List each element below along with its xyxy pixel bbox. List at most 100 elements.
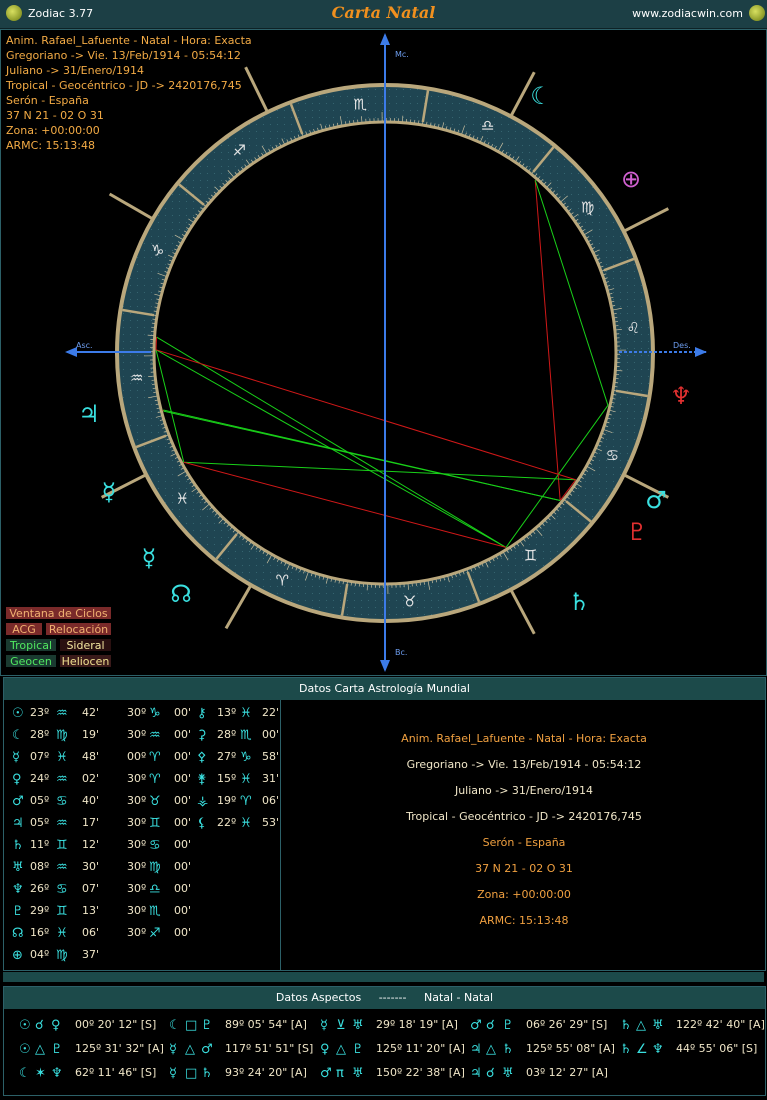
position-value: 37' <box>82 948 100 961</box>
aspect-glyph-icon: ♆ <box>652 1042 664 1057</box>
position-value: 28º <box>217 728 237 741</box>
aspect-glyph-icon: ♇ <box>352 1042 364 1057</box>
aspect-row: ♄ ∠ ♆ 44º 55' 06" [S] <box>620 1042 767 1062</box>
zodiac-sign-glyph: ♌ <box>627 319 640 337</box>
aspect-glyph-icon: ☌ <box>486 1018 495 1033</box>
glyph-icon: ♃ <box>12 816 24 831</box>
glyph-icon: ♐ <box>149 926 161 941</box>
aspect-row: ☿ □ ♄ 93º 24' 20" [A] <box>169 1066 319 1086</box>
aspect-glyph-icon: ☾ <box>19 1066 31 1081</box>
ic-label: Bc. <box>395 648 407 657</box>
planet-glyph-icon: ⊕ <box>621 165 641 193</box>
aspect-glyph-icon: △ <box>185 1042 195 1057</box>
aspect-glyph-icon: △ <box>636 1018 646 1033</box>
aspect-glyph-icon: ☾ <box>169 1018 181 1033</box>
geocen-button[interactable]: Geocen <box>5 654 57 668</box>
position-value: 30º <box>127 926 147 939</box>
planet-row: ☾ 28º ♍ 19' 30º ♒ 00' ⚳ 28º ♏ 00' <box>12 728 282 748</box>
relocacion-button[interactable]: Relocación <box>45 622 112 636</box>
position-value: 19' <box>82 728 100 741</box>
planet-row: ☉ 23º ♒ 42' 30º ♑ 00' ⚷ 13º ♓ 22' <box>12 706 282 726</box>
website-link[interactable]: www.zodiacwin.com <box>632 7 743 20</box>
planet-glyph-icon: ♇ <box>626 518 648 546</box>
position-value: 00' <box>174 904 192 917</box>
aspect-value: 03º 12' 27" [A] <box>526 1066 608 1079</box>
position-value: 07º <box>30 750 50 763</box>
mc-label: Mc. <box>395 50 409 59</box>
aspect-glyph-icon: ♄ <box>502 1042 514 1057</box>
glyph-icon: ♑ <box>240 750 252 765</box>
acg-button[interactable]: ACG <box>5 622 43 636</box>
sideral-button[interactable]: Sideral <box>59 638 112 652</box>
aspect-glyph-icon: ♂ <box>201 1042 213 1057</box>
aspect-row: ♄ △ ♅ 122º 42' 40" [A] <box>620 1018 767 1038</box>
aspect-value: 62º 11' 46" [S] <box>75 1066 157 1079</box>
position-value: 30º <box>127 728 147 741</box>
des-label: Des. <box>673 341 691 350</box>
aspect-line <box>155 337 158 350</box>
position-value: 30º <box>127 904 147 917</box>
aspect-row: ♃ ☌ ♅ 03º 12' 27" [A] <box>470 1066 620 1086</box>
position-value: 07' <box>82 882 100 895</box>
position-value: 00' <box>174 772 192 785</box>
aspect-row: ☉ △ ♇ 125º 31' 32" [A] <box>19 1042 169 1062</box>
position-value: 28º <box>30 728 50 741</box>
glyph-icon: ♈ <box>240 794 252 809</box>
aspect-glyph-icon: ☌ <box>486 1066 495 1081</box>
aspect-glyph-icon: ♇ <box>502 1018 514 1033</box>
position-value: 30º <box>127 816 147 829</box>
position-value: 22º <box>217 816 237 829</box>
position-value: 17' <box>82 816 100 829</box>
glyph-icon: ♀ <box>12 772 22 787</box>
planet-glyph-icon: ☿ <box>102 478 117 506</box>
glyph-icon: ♈ <box>149 750 161 765</box>
zodiac-sign-glyph: ♎ <box>481 117 494 135</box>
aspect-value: 29º 18' 19" [A] <box>376 1018 458 1031</box>
zodiac-sign-glyph: ♍ <box>581 198 594 216</box>
aspect-glyph-icon: ♄ <box>201 1066 213 1081</box>
aspects-title: Datos Aspectos <box>275 991 362 1004</box>
glyph-icon: ♑ <box>149 706 161 721</box>
planet-glyph-icon: ♃ <box>78 400 100 428</box>
glyph-icon: ⚵ <box>197 772 207 787</box>
mundial-panel-title: Datos Carta Astrología Mundial <box>4 678 765 700</box>
aspect-glyph-icon: ♀ <box>320 1042 330 1057</box>
aspect-value: 93º 24' 20" [A] <box>225 1066 307 1079</box>
glyph-icon: ♒ <box>56 860 68 875</box>
position-value: 29º <box>30 904 50 917</box>
planet-row: ☿ 07º ♓ 48' 00º ♈ 00' ⚴ 27º ♑ 58' <box>12 750 282 770</box>
aspect-value: 06º 26' 29" [S] <box>526 1018 608 1031</box>
aspect-value: 44º 55' 06" [S] <box>676 1042 758 1055</box>
position-value: 58' <box>262 750 280 763</box>
aspect-glyph-icon: ♂ <box>470 1018 482 1033</box>
aspect-glyph-icon: ∠ <box>636 1042 648 1057</box>
aspect-glyph-icon: ☉ <box>19 1042 31 1057</box>
planet-glyph-icon: ☊ <box>170 580 191 608</box>
aspect-glyph-icon: △ <box>486 1042 496 1057</box>
aspect-value: 117º 51' 51" [S] <box>225 1042 314 1055</box>
position-value: 00' <box>174 926 192 939</box>
glyph-icon: ♊ <box>56 904 68 919</box>
ventana-ciclos-button[interactable]: Ventana de Ciclos <box>5 606 112 620</box>
planet-glyph-icon: ♄ <box>568 588 590 616</box>
position-value: 04º <box>30 948 50 961</box>
heliocen-button[interactable]: Heliocen <box>59 654 112 668</box>
zodiac-sign-glyph: ♒ <box>130 369 143 387</box>
aspect-row: ♃ △ ♄ 125º 55' 08" [A] <box>470 1042 620 1062</box>
aspect-row: ♀ △ ♇ 125º 11' 20" [A] <box>320 1042 470 1062</box>
glyph-icon: ⚴ <box>197 750 207 765</box>
zodiac-sign-glyph: ♑ <box>151 241 164 259</box>
aspect-glyph-icon: △ <box>336 1042 346 1057</box>
aspect-glyph-icon: ♇ <box>201 1018 213 1033</box>
natal-wheel: ♈ ♉ ♊ ♋ ♌ ♍ ♎ ♏ ♐ ♑ ♒ ♓ Mc. Bc. Asc. Des. ♆ ♃ ☿ ♂ ♇ ☿ ☊ ♄ ☾… <box>65 33 707 672</box>
glyph-icon: ♒ <box>56 772 68 787</box>
position-value: 30' <box>82 860 100 873</box>
zodiac-sign-glyph: ♊ <box>524 547 537 565</box>
aspect-glyph-icon: ♇ <box>51 1042 63 1057</box>
glyph-icon: ♓ <box>240 816 252 831</box>
glyph-icon: ♉ <box>149 794 161 809</box>
aspect-glyph-icon: ♂ <box>320 1066 332 1081</box>
aspect-glyph-icon: □ <box>185 1018 198 1033</box>
tropical-button[interactable]: Tropical <box>5 638 57 652</box>
position-value: 00' <box>174 838 192 851</box>
